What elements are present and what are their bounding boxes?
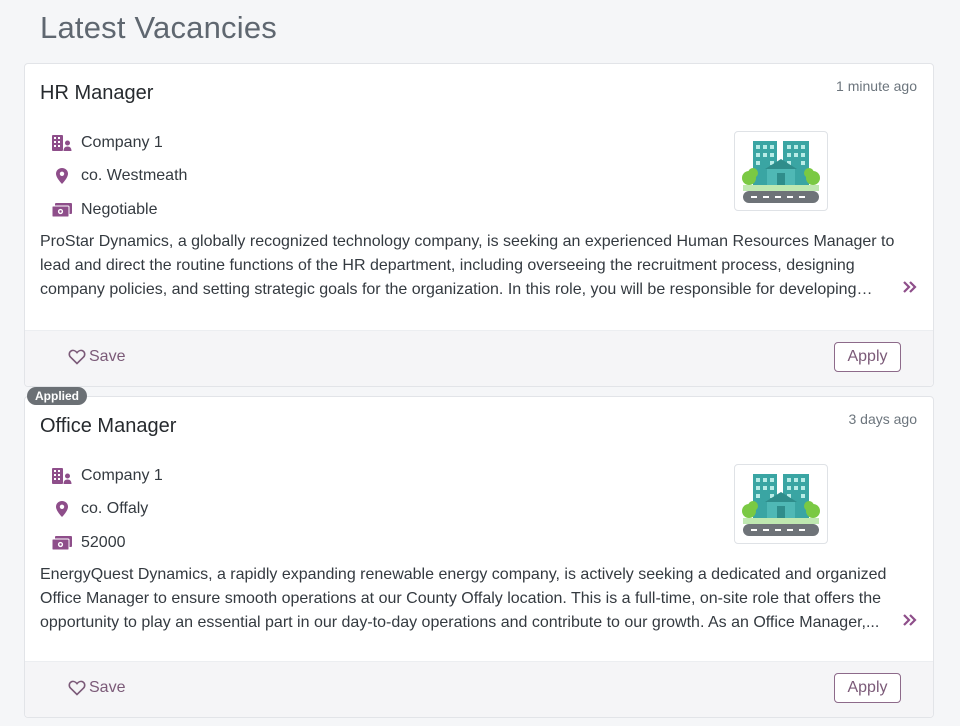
salary-text: Negotiable [81, 200, 158, 218]
job-title[interactable]: HR Manager [40, 82, 153, 105]
posted-time: 1 minute ago [836, 78, 917, 94]
save-button[interactable]: Save [68, 679, 125, 697]
company-logo [734, 464, 828, 544]
card-footer: Save Apply [25, 330, 933, 386]
job-description: EnergyQuest Dynamics, a rapidly expandin… [40, 563, 906, 635]
location-row: co. Westmeath [51, 160, 187, 194]
location-row: co. Offaly [51, 493, 163, 527]
heart-icon [68, 348, 86, 366]
company-row: Company 1 [51, 126, 187, 160]
building-user-icon [51, 467, 73, 485]
job-meta: Company 1 co. Offaly 52000 [51, 459, 163, 560]
location-text: co. Offaly [81, 500, 149, 518]
description-text: ProStar Dynamics, a globally recognized … [40, 233, 895, 298]
company-name: Company 1 [81, 466, 163, 484]
save-label: Save [89, 679, 126, 696]
salary-text: 52000 [81, 533, 126, 551]
job-description: ProStar Dynamics, a globally recognized … [40, 230, 906, 302]
money-icon [51, 201, 73, 219]
applied-badge: Applied [27, 387, 87, 405]
salary-row: 52000 [51, 526, 163, 560]
description-text: EnergyQuest Dynamics, a rapidly expandin… [40, 566, 887, 631]
money-icon [51, 534, 73, 552]
apply-button[interactable]: Apply [834, 342, 901, 372]
job-card: HR Manager 1 minute ago Company 1 co. We… [24, 63, 934, 387]
save-button[interactable]: Save [68, 348, 125, 366]
job-card: Applied Office Manager 3 days ago Compan… [24, 387, 934, 718]
chevron-double-right-icon[interactable] [901, 278, 919, 296]
building-user-icon [51, 134, 73, 152]
map-pin-icon [51, 167, 73, 185]
salary-row: Negotiable [51, 193, 187, 227]
posted-time: 3 days ago [848, 411, 918, 427]
map-pin-icon [51, 500, 73, 518]
company-logo [734, 131, 828, 211]
heart-icon [68, 679, 86, 697]
job-meta: Company 1 co. Westmeath Negotiable [51, 126, 187, 227]
company-row: Company 1 [51, 459, 163, 493]
chevron-double-right-icon[interactable] [901, 611, 919, 629]
company-name: Company 1 [81, 133, 163, 151]
save-label: Save [89, 348, 126, 365]
location-text: co. Westmeath [81, 167, 188, 185]
page-title: Latest Vacancies [40, 10, 277, 45]
job-title[interactable]: Office Manager [40, 415, 176, 438]
apply-button[interactable]: Apply [834, 673, 901, 703]
card-footer: Save Apply [25, 661, 933, 717]
